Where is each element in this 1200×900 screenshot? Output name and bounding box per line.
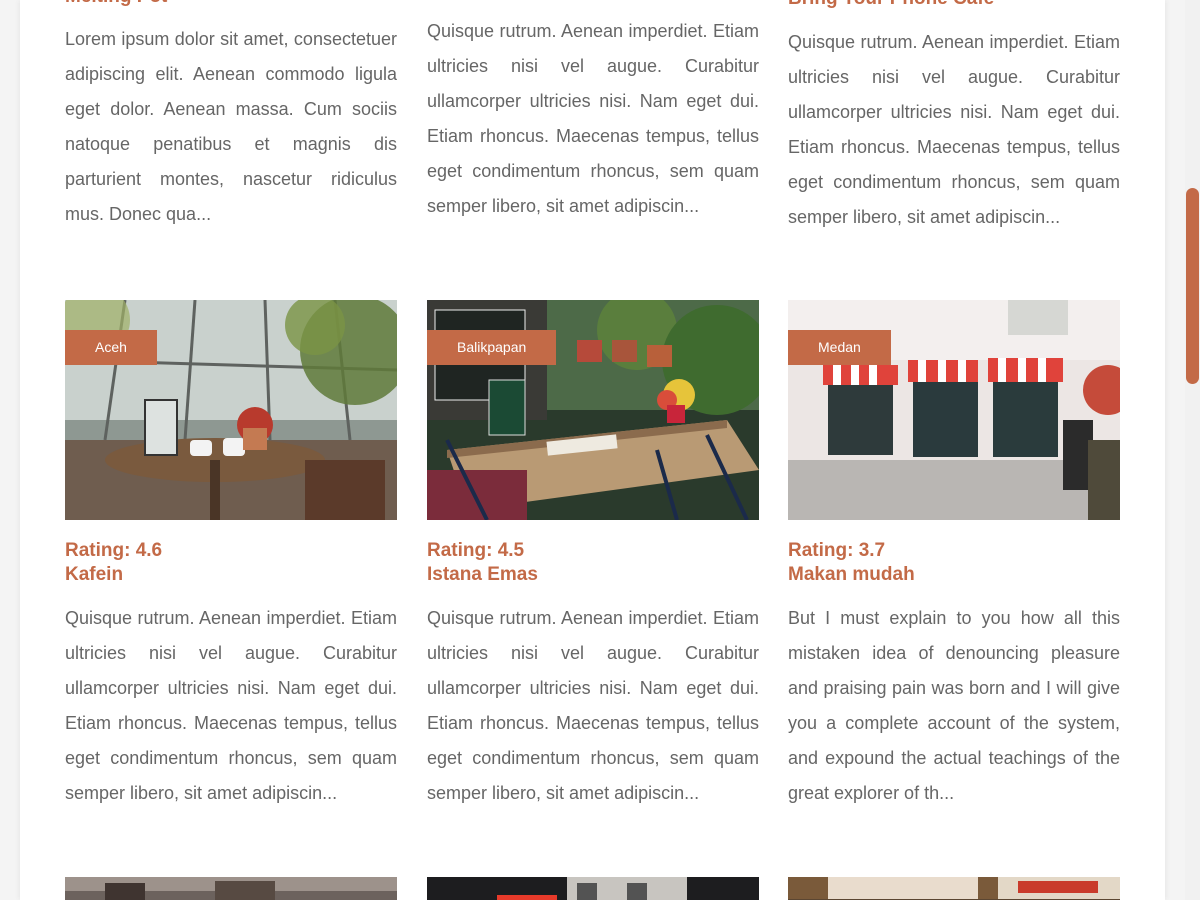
- cafe-name[interactable]: Makan mudah: [788, 563, 915, 587]
- rating-label: Rating: 4.5: [427, 540, 525, 561]
- cafe-image-makan-mudah[interactable]: Medan: [788, 300, 1120, 520]
- card-description: Lorem ipsum dolor sit amet, consectetuer…: [65, 29, 397, 224]
- card-description: Quisque rutrum. Aenean imperdiet. Etiam …: [427, 608, 759, 803]
- city-badge[interactable]: Aceh: [65, 330, 157, 365]
- card-description: Quisque rutrum. Aenean imperdiet. Etiam …: [65, 608, 397, 803]
- card-description: Quisque rutrum. Aenean imperdiet. Etiam …: [788, 32, 1120, 227]
- cafe-image-row3-3[interactable]: [788, 877, 1120, 900]
- cafe-photo: [788, 877, 1120, 900]
- rating-label: Rating: 4.6: [65, 540, 163, 561]
- city-badge[interactable]: Medan: [788, 330, 891, 365]
- city-badge[interactable]: Balikpapan: [427, 330, 557, 365]
- cafe-image-istana-emas[interactable]: Balikpapan: [427, 300, 759, 520]
- cafe-image-kafein[interactable]: Aceh: [65, 300, 397, 520]
- scrollbar-thumb[interactable]: [1186, 188, 1199, 384]
- card-title[interactable]: Melting Pot: [65, 0, 167, 8]
- card-description: Quisque rutrum. Aenean imperdiet. Etiam …: [427, 21, 759, 216]
- rating-label: Rating: 3.7: [788, 540, 886, 561]
- cafe-image-row3-1[interactable]: [65, 877, 397, 900]
- cafe-image-row3-2[interactable]: [427, 877, 759, 900]
- vertical-scrollbar[interactable]: [1185, 0, 1200, 900]
- page-container: Melting Pot Lorem ipsum dolor sit amet, …: [20, 0, 1165, 900]
- cafe-photo: [65, 877, 397, 900]
- cafe-name[interactable]: Istana Emas: [427, 563, 538, 587]
- cafe-photo: [427, 877, 759, 900]
- cafe-name[interactable]: Kafein: [65, 563, 123, 587]
- card-title[interactable]: Bring Your Phone Cafe: [788, 0, 994, 10]
- card-description: But I must explain to you how all this m…: [788, 608, 1120, 803]
